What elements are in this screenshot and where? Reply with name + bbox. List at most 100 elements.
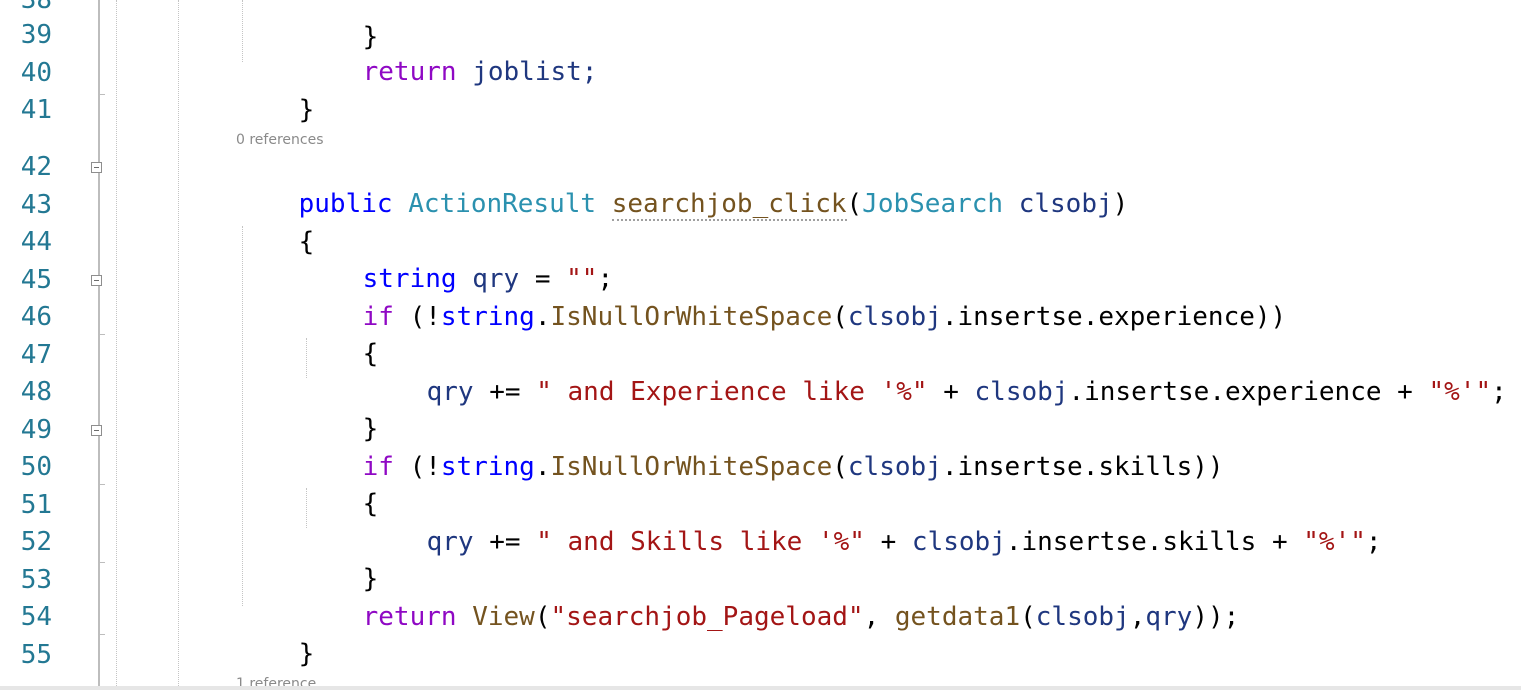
method-call: IsNullOrWhiteSpace: [550, 452, 833, 482]
paren: (: [846, 189, 863, 219]
closing-brace: }: [298, 95, 315, 125]
paren: (: [832, 302, 848, 332]
code-line-46[interactable]: {: [300, 299, 379, 369]
operator: +=: [473, 377, 537, 407]
return-keyword: return: [362, 57, 457, 87]
line-number: 46: [20, 302, 52, 332]
code-line-42[interactable]: public ActionResult searchjob_click(JobS…: [236, 149, 1128, 221]
horizontal-scrollbar[interactable]: [0, 686, 1521, 690]
identifier: clsobj: [847, 452, 942, 482]
identifier: clsobj: [847, 302, 942, 332]
variable-name: qry: [426, 527, 474, 557]
outline-end-tick: [98, 562, 105, 563]
line-number: 49: [20, 415, 52, 445]
member-access: .insertse.skills)): [941, 452, 1224, 482]
paren: (: [832, 452, 848, 482]
outline-end-tick: [98, 334, 105, 335]
closing-brace: }: [298, 639, 315, 669]
parameter-type: JobSearch: [862, 189, 1004, 219]
semicolon: ;: [1365, 527, 1382, 557]
collapse-if-block-icon[interactable]: [91, 425, 102, 436]
line-number: 42: [20, 152, 52, 182]
paren: ): [1112, 189, 1129, 219]
code-line-49[interactable]: if (!string.IsNullOrWhiteSpace(clsobj.in…: [300, 412, 1224, 482]
identifier: qry: [1145, 602, 1193, 632]
return-type: ActionResult: [408, 189, 597, 219]
code-line-40[interactable]: }: [236, 55, 315, 125]
line-number: 55: [20, 640, 52, 670]
code-line-53[interactable]: return View("searchjob_Pageload", getdat…: [300, 562, 1240, 632]
indent-guide: [178, 0, 179, 690]
method-name[interactable]: searchjob_click: [611, 189, 847, 221]
line-number: 48: [20, 377, 52, 407]
collapse-if-block-icon[interactable]: [91, 275, 102, 286]
code-line-51[interactable]: qry += " and Skills like '%" + clsobj.in…: [364, 487, 1382, 557]
operator: +: [864, 527, 912, 557]
line-number: 44: [20, 227, 52, 257]
line-number: 39: [20, 20, 52, 50]
code-line-47[interactable]: qry += " and Experience like '%" + clsob…: [364, 337, 1507, 407]
identifier: clsobj: [911, 527, 1006, 557]
return-value: joblist;: [456, 57, 598, 87]
punctuation: ));: [1192, 602, 1240, 632]
operator: +=: [473, 527, 537, 557]
punctuation: .: [534, 302, 551, 332]
semicolon: ;: [1491, 377, 1507, 407]
code-line-54[interactable]: }: [236, 599, 315, 669]
line-number: 41: [20, 95, 52, 125]
string-literal: "searchjob_Pageload": [550, 602, 864, 632]
method-call: IsNullOrWhiteSpace: [550, 302, 833, 332]
method-call: View: [472, 602, 535, 632]
line-number: 47: [20, 340, 52, 370]
identifier: clsobj: [974, 377, 1069, 407]
collapse-method-icon[interactable]: [91, 162, 102, 173]
line-number: 50: [20, 452, 52, 482]
string-literal: " and Skills like '%": [536, 527, 865, 557]
line-number-gutter: 38 39 40 41 42 43 44 45 46 47 48 49 50 5…: [0, 0, 100, 690]
identifier: clsobj: [1035, 602, 1130, 632]
comma: ,: [1129, 602, 1146, 632]
outline-end-tick: [98, 94, 105, 95]
code-editor[interactable]: 38 39 40 41 42 43 44 45 46 47 48 49 50 5…: [0, 0, 1521, 690]
return-keyword: return: [362, 602, 457, 632]
parameter-name: clsobj: [1018, 189, 1113, 219]
code-line-44[interactable]: string qry = "";: [300, 224, 613, 294]
code-line-43[interactable]: {: [236, 187, 315, 257]
paren: (: [1020, 602, 1036, 632]
variable-name: qry: [426, 377, 474, 407]
code-line-45[interactable]: if (!string.IsNullOrWhiteSpace(clsobj.in…: [300, 262, 1287, 332]
member-access: .insertse.skills +: [1005, 527, 1304, 557]
outline-end-tick: [98, 634, 105, 635]
member-access: .insertse.experience +: [1068, 377, 1429, 407]
string-literal: "%'": [1303, 527, 1366, 557]
line-number: 51: [20, 490, 52, 520]
line-number: 54: [20, 602, 52, 632]
outline-end-tick: [98, 484, 105, 485]
indent-guide: [242, 0, 243, 62]
line-number: 45: [20, 265, 52, 295]
codelens-references[interactable]: 0 references: [236, 132, 324, 148]
code-line-50[interactable]: {: [300, 449, 379, 519]
paren: (: [534, 602, 551, 632]
string-literal: " and Experience like '%": [536, 377, 928, 407]
punctuation: (!: [393, 302, 441, 332]
line-number: 53: [20, 565, 52, 595]
line-number: 52: [20, 527, 52, 557]
code-line-52[interactable]: }: [300, 524, 379, 594]
string-keyword: string: [440, 302, 535, 332]
code-line-39[interactable]: return joblist;: [300, 17, 598, 87]
string-keyword: string: [440, 452, 535, 482]
string-literal: "%'": [1428, 377, 1492, 407]
line-number: 40: [20, 58, 52, 88]
line-number: 43: [20, 190, 52, 220]
operator: +: [927, 377, 975, 407]
punctuation: (!: [393, 452, 441, 482]
code-line-48[interactable]: }: [300, 374, 379, 444]
outlining-margin: [98, 0, 100, 690]
indent-guide: [116, 0, 117, 690]
member-access: .insertse.experience)): [941, 302, 1287, 332]
method-call: getdata1: [894, 602, 1021, 632]
comma: ,: [863, 602, 895, 632]
punctuation: .: [534, 452, 551, 482]
